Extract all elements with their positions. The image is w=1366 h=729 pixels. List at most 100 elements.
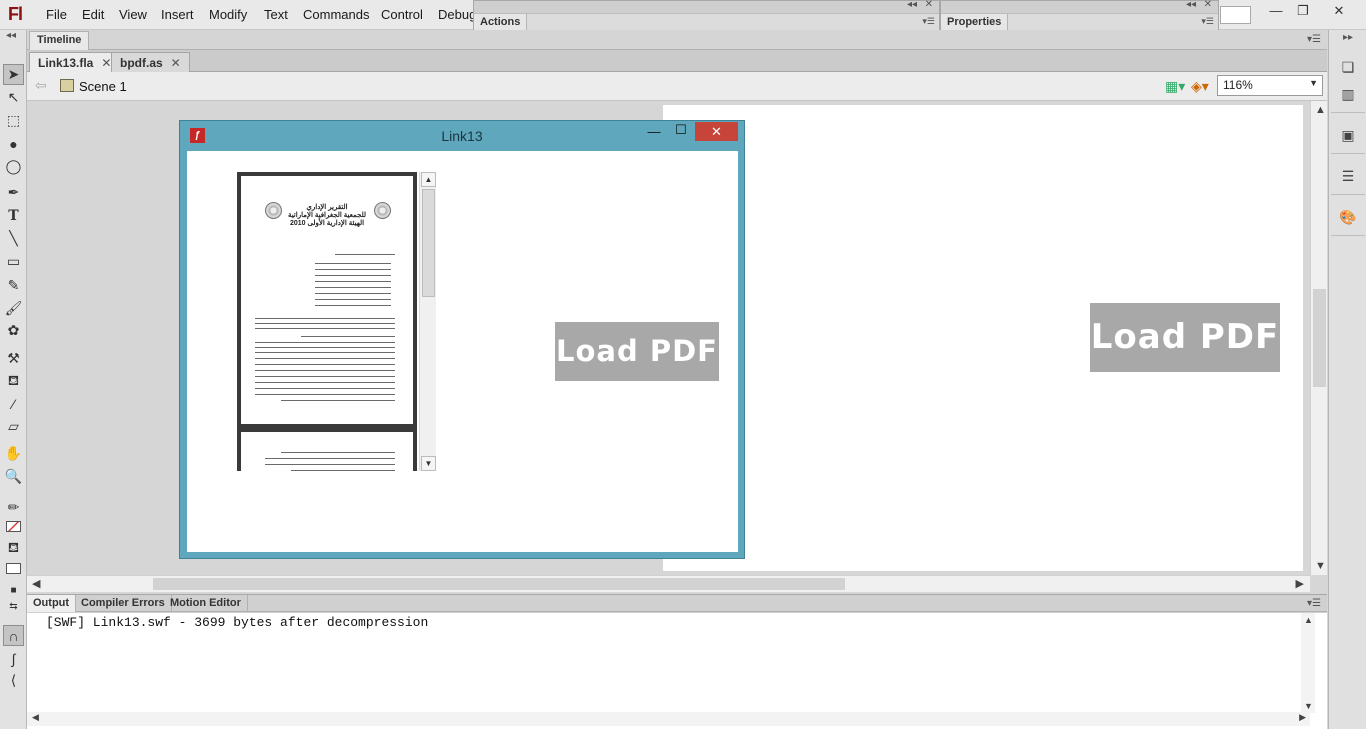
stroke-swatch-icon[interactable] (3, 516, 24, 537)
scroll-up-icon[interactable]: ▲ (1304, 615, 1313, 625)
selection-tool-icon[interactable]: ➤ (3, 64, 24, 85)
straighten-icon[interactable]: ⟨ (3, 670, 24, 691)
panel-menu-icon[interactable]: ▾☰ (1307, 34, 1321, 45)
doc-tab-bpdf[interactable]: bpdf.as ✕ (111, 52, 190, 72)
tab-output[interactable]: Output (27, 595, 77, 613)
collapse-icon[interactable]: ◂◂ (907, 0, 917, 10)
player-close-button[interactable]: ✕ (695, 122, 738, 141)
panel-menu-icon[interactable]: ▾☰ (1307, 598, 1321, 609)
stage[interactable]: Load PDF (663, 105, 1303, 571)
pdf-page (237, 428, 417, 471)
scroll-down-icon[interactable]: ▼ (421, 456, 436, 471)
panel-menu-icon[interactable]: ▾☰ (922, 16, 935, 27)
swap-colors-icon[interactable]: ⇆ (3, 596, 24, 617)
components-icon[interactable]: ▥ (1339, 85, 1357, 103)
eraser-tool-icon[interactable]: ▱ (3, 416, 24, 437)
tab-compiler-errors[interactable]: Compiler Errors (75, 595, 172, 613)
menu-view[interactable]: View (119, 7, 147, 22)
menu-text[interactable]: Text (264, 7, 288, 22)
player-load-pdf-button[interactable]: Load PDF (555, 322, 719, 381)
app-minimize-button[interactable]: — (1262, 2, 1290, 20)
player-titlebar[interactable]: ƒ Link13 — ☐ ✕ (180, 121, 744, 151)
zoom-select[interactable]: 116% ▼ (1217, 75, 1323, 96)
text-tool-icon[interactable]: T (3, 205, 24, 226)
eyedropper-tool-icon[interactable]: ⁄ (3, 393, 24, 414)
menu-file[interactable]: File (46, 7, 67, 22)
output-vertical-scrollbar[interactable]: ▲ ▼ (1301, 613, 1315, 713)
library-icon[interactable]: ❏ (1339, 58, 1357, 76)
scroll-down-icon[interactable]: ▼ (1315, 560, 1326, 572)
search-input[interactable] (1220, 6, 1251, 24)
smooth-icon[interactable]: ∫ (3, 648, 24, 669)
menu-edit[interactable]: Edit (82, 7, 104, 22)
close-icon[interactable]: ✕ (925, 0, 933, 10)
scrollbar-thumb[interactable] (1313, 289, 1326, 387)
tab-motion-editor[interactable]: Motion Editor (164, 595, 248, 613)
menu-insert[interactable]: Insert (161, 7, 194, 22)
line-tool-icon[interactable]: ╲ (3, 228, 24, 249)
close-icon[interactable]: ✕ (101, 56, 111, 70)
doc-tab-link13[interactable]: Link13.fla ✕ (29, 52, 121, 72)
menu-debug[interactable]: Debug (438, 7, 476, 22)
close-icon[interactable]: ✕ (1204, 0, 1212, 10)
snap-to-objects-icon[interactable]: ∩ (3, 625, 24, 646)
lasso-tool-icon[interactable]: ◯ (3, 156, 24, 177)
rectangle-tool-icon[interactable]: ▭ (3, 251, 24, 272)
collapse-icon[interactable]: ▸▸ (1343, 32, 1353, 43)
color-palette-icon[interactable]: 🎨 (1339, 208, 1357, 226)
scroll-right-icon[interactable]: ▶ (1296, 577, 1304, 590)
output-panel[interactable]: [SWF] Link13.swf - 3699 bytes after deco… (27, 612, 1327, 729)
bone-tool-icon[interactable]: ⚒ (3, 348, 24, 369)
output-horizontal-scrollbar[interactable]: ◀ ▶ (27, 712, 1310, 726)
close-icon[interactable]: ✕ (171, 56, 181, 70)
app-close-button[interactable]: ✕ (1325, 2, 1353, 20)
back-arrow-icon[interactable]: ⇦ (35, 77, 47, 94)
scroll-down-icon[interactable]: ▼ (1304, 701, 1313, 711)
tab-timeline[interactable]: Timeline (29, 31, 90, 50)
app-restore-button[interactable]: ❐ (1289, 2, 1317, 20)
fill-swatch-icon[interactable] (3, 558, 24, 579)
pdf-page: التقرير الإداري للجمعية الجغرافية الإمار… (237, 172, 417, 428)
scroll-up-icon[interactable]: ▲ (1315, 104, 1326, 116)
3d-rotation-tool-icon[interactable]: ● (3, 133, 24, 154)
menu-modify[interactable]: Modify (209, 7, 247, 22)
scroll-up-icon[interactable]: ▲ (421, 172, 436, 187)
pdf-scrollbar[interactable]: ▲ ▼ (419, 172, 436, 471)
pen-tool-icon[interactable]: ✒ (3, 182, 24, 203)
scrollbar-thumb[interactable] (422, 189, 435, 297)
edit-scene-icon[interactable]: ▦▾ (1165, 78, 1185, 95)
pdf-viewer[interactable]: التقرير الإداري للجمعية الجغرافية الإمار… (237, 172, 437, 471)
actions-panel-header[interactable]: ◂◂ ✕ (474, 0, 939, 14)
deco-tool-icon[interactable]: ✿ (3, 320, 24, 341)
brush-tool-icon[interactable]: 🖌 (3, 298, 24, 319)
collapse-icon[interactable]: ◂◂ (1186, 0, 1196, 10)
player-minimize-button[interactable]: — (643, 124, 665, 144)
doc-tab-label: bpdf.as (120, 56, 163, 70)
edit-symbols-icon[interactable]: ◈▾ (1191, 78, 1209, 95)
scroll-left-icon[interactable]: ◀ (32, 577, 40, 590)
load-pdf-button[interactable]: Load PDF (1090, 303, 1280, 372)
align-icon[interactable]: ☰ (1339, 167, 1357, 185)
hand-tool-icon[interactable]: ✋ (3, 443, 24, 464)
free-transform-tool-icon[interactable]: ⬚ (3, 110, 24, 131)
paint-bucket-tool-icon[interactable]: ⛾ (3, 371, 24, 392)
scrollbar-thumb[interactable] (153, 578, 845, 590)
menu-control[interactable]: Control (381, 7, 423, 22)
pencil-tool-icon[interactable]: ✎ (3, 275, 24, 296)
info-icon[interactable]: ▣ (1339, 126, 1357, 144)
player-maximize-button[interactable]: ☐ (670, 122, 692, 142)
menu-commands[interactable]: Commands (303, 7, 369, 22)
fill-color-icon[interactable]: ⛾ (3, 538, 24, 559)
scene-icon (60, 79, 74, 92)
panel-menu-icon[interactable]: ▾☰ (1201, 16, 1214, 27)
scroll-right-icon[interactable]: ▶ (1299, 712, 1306, 723)
stage-horizontal-scrollbar[interactable]: ◀ ▶ (27, 575, 1310, 592)
collapse-icon[interactable]: ◂◂ (6, 30, 16, 41)
zoom-tool-icon[interactable]: 🔍 (3, 466, 24, 487)
stage-vertical-scrollbar[interactable]: ▲ ▼ (1310, 101, 1327, 575)
properties-panel-header[interactable]: ◂◂ ✕ (941, 0, 1218, 14)
scene-label[interactable]: Scene 1 (79, 79, 127, 94)
stroke-color-icon[interactable]: ✏ (3, 497, 24, 518)
scroll-left-icon[interactable]: ◀ (32, 712, 39, 723)
subselection-tool-icon[interactable]: ↖ (3, 87, 24, 108)
